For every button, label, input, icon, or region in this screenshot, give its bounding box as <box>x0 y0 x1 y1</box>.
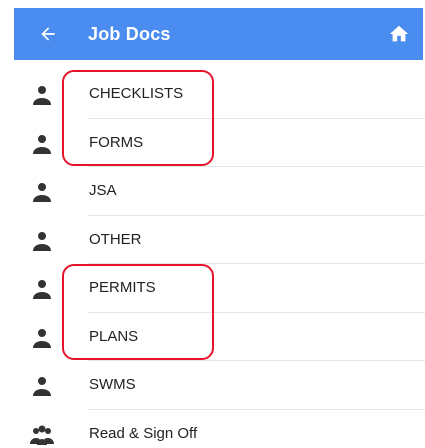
person-icon <box>33 377 51 396</box>
home-button[interactable] <box>385 20 413 48</box>
list-item-read-sign-off[interactable]: Read & Sign Off <box>28 410 425 448</box>
job-docs-screen: Job Docs CHECKLISTS FORMS JSA OTHER PERM… <box>0 0 425 448</box>
list-item-other[interactable]: OTHER <box>28 216 425 264</box>
person-icon <box>33 280 51 299</box>
person-icon <box>33 328 51 348</box>
app-bar: Job Docs <box>14 8 423 60</box>
person-icon <box>33 134 51 154</box>
group-icon <box>30 425 54 445</box>
person-icon <box>33 183 51 202</box>
list-item-label: PERMITS <box>89 279 156 296</box>
job-docs-list: CHECKLISTS FORMS JSA OTHER PERMITS PLANS… <box>28 70 425 448</box>
page-title: Job Docs <box>88 24 171 44</box>
list-item-label: JSA <box>89 182 117 199</box>
list-item-checklists[interactable]: CHECKLISTS <box>28 70 425 119</box>
arrow-left-icon <box>41 27 55 41</box>
back-button[interactable] <box>34 20 62 48</box>
list-item-permits[interactable]: PERMITS <box>28 264 425 313</box>
home-icon <box>389 25 409 42</box>
list-item-label: PLANS <box>89 327 139 345</box>
list-item-label: Read & Sign Off <box>89 424 198 442</box>
list-item-forms[interactable]: FORMS <box>28 119 425 167</box>
list-item-swms[interactable]: SWMS <box>28 361 425 410</box>
person-icon <box>33 86 51 105</box>
list-item-label: OTHER <box>89 230 142 248</box>
list-item-label: SWMS <box>89 376 136 393</box>
list-item-jsa[interactable]: JSA <box>28 167 425 216</box>
list-item-plans[interactable]: PLANS <box>28 313 425 361</box>
list-item-label: CHECKLISTS <box>89 85 184 102</box>
person-icon <box>33 231 51 251</box>
list-item-label: FORMS <box>89 133 144 151</box>
